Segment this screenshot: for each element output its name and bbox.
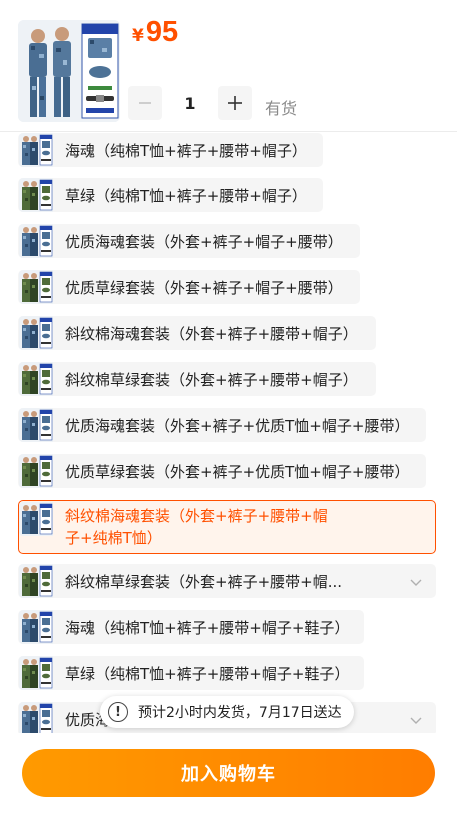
variant-label: 斜纹棉草绿套装（外套+裤子+腰带+帽子） [65, 370, 358, 389]
variant-thumbnail [19, 564, 53, 598]
quantity-stepper: 1 [128, 86, 252, 120]
variant-thumbnail [19, 178, 53, 212]
plus-icon [228, 96, 242, 110]
variant-thumbnail [19, 224, 53, 258]
variant-option[interactable]: 优质草绿套装（外套+裤子+帽子+腰带） [18, 270, 360, 304]
variant-option[interactable]: 斜纹棉草绿套装（外套+裤子+腰带+帽子） [18, 362, 376, 396]
add-to-cart-button[interactable]: 加入购物车 [22, 749, 435, 797]
decrease-button[interactable] [128, 86, 162, 120]
variant-label: 斜纹棉草绿套装（外套+裤子+腰带+帽... [65, 572, 343, 591]
price: ¥ 95 [132, 16, 178, 49]
variant-label: 草绿（纯棉T恤+裤子+腰带+帽子+鞋子） [65, 664, 350, 683]
info-icon: ! [108, 702, 128, 722]
variant-thumbnail [19, 610, 53, 644]
delivery-toast: ! 预计2小时内发货，7月17日送达 [100, 696, 354, 728]
variant-option[interactable]: 优质草绿套装（外套+裤子+优质T恤+帽子+腰带） [18, 454, 426, 488]
variant-thumbnail [19, 316, 53, 350]
variant-option[interactable]: 草绿（纯棉T恤+裤子+腰带+帽子） [18, 178, 323, 212]
product-header: ¥ 95 1 有货 [0, 0, 457, 132]
variant-option[interactable]: 斜纹棉海魂套装（外套+裤子+腰带+帽子+纯棉T恤） [18, 500, 436, 554]
variant-thumbnail [19, 656, 53, 690]
bottom-bar: 加入购物车 [0, 733, 457, 816]
variant-thumbnail [19, 702, 53, 733]
variant-thumbnail [19, 270, 53, 304]
variant-option[interactable]: 草绿（纯棉T恤+裤子+腰带+帽子+鞋子） [18, 656, 364, 690]
variant-label: 优质海魂套装（外套+裤子+优质T恤+帽子+腰带） [65, 416, 410, 435]
delivery-text: 预计2小时内发货，7月17日送达 [138, 705, 342, 721]
variant-thumbnail [19, 502, 53, 536]
price-value: 95 [145, 16, 179, 48]
variant-option[interactable]: 海魂（纯棉T恤+裤子+腰带+帽子） [18, 133, 323, 167]
variant-list[interactable]: 海魂（纯棉T恤+裤子+腰带+帽子） 草绿（纯棉T恤+裤子+腰带+帽子） 优质海魂套装… [0, 133, 457, 733]
variant-label: 草绿（纯棉T恤+裤子+腰带+帽子） [65, 186, 307, 205]
variant-thumbnail [19, 454, 53, 488]
variant-option[interactable]: 优质海魂套装（外套+裤子+帽子+腰带） [18, 224, 360, 258]
variant-label: 斜纹棉海魂套装（外套+裤子+腰带+帽子） [65, 324, 358, 343]
stock-status: 有货 [265, 99, 298, 118]
variant-option[interactable]: 海魂（纯棉T恤+裤子+腰带+帽子+鞋子） [18, 610, 364, 644]
variant-option[interactable]: 斜纹棉草绿套装（外套+裤子+腰带+帽... [18, 564, 436, 598]
variant-label: 优质海魂套装（外套+裤子+帽子+腰带） [65, 232, 343, 251]
minus-icon [139, 102, 151, 104]
variant-option[interactable]: 斜纹棉海魂套装（外套+裤子+腰带+帽子） [18, 316, 376, 350]
chevron-down-icon[interactable] [409, 575, 423, 589]
quantity-value[interactable]: 1 [162, 94, 218, 113]
product-thumbnail[interactable] [18, 20, 120, 122]
variant-label: 海魂（纯棉T恤+裤子+腰带+帽子） [65, 141, 307, 160]
variant-option[interactable]: 优质海魂套装（外套+裤子+优质T恤+帽子+腰带） [18, 408, 426, 442]
currency-symbol: ¥ [132, 26, 144, 46]
variant-label: 优质草绿套装（外套+裤子+优质T恤+帽子+腰带） [65, 462, 410, 481]
chevron-down-icon[interactable] [409, 713, 423, 727]
variant-thumbnail [19, 133, 53, 167]
increase-button[interactable] [218, 86, 252, 120]
variant-label: 斜纹棉海魂套装（外套+裤子+腰带+帽子+纯棉T恤） [65, 507, 328, 547]
variant-thumbnail [19, 362, 53, 396]
variant-label: 优质草绿套装（外套+裤子+帽子+腰带） [65, 278, 343, 297]
variant-label: 海魂（纯棉T恤+裤子+腰带+帽子+鞋子） [65, 618, 350, 637]
variant-thumbnail [19, 408, 53, 442]
